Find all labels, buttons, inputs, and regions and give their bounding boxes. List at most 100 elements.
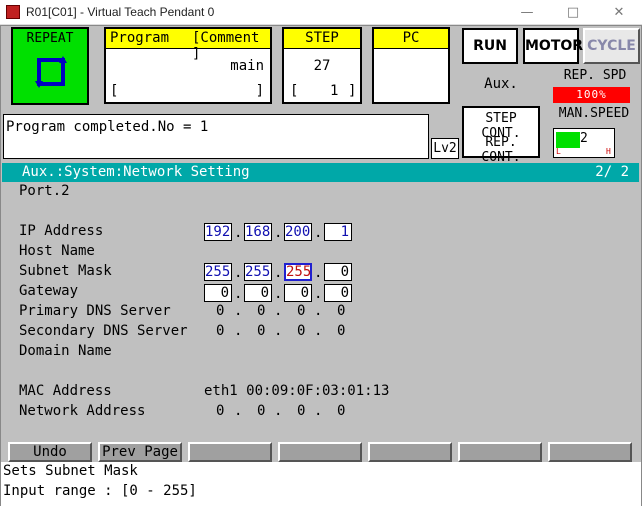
status-description: Sets Subnet Mask xyxy=(3,463,138,479)
network-address-octet-1: 0 xyxy=(216,403,225,419)
message-text: Program completed.No = 1 xyxy=(6,119,209,135)
primary-dns-octet-4: 0 xyxy=(337,303,346,319)
gateway-octet-3[interactable]: 0 xyxy=(284,284,312,302)
secondary-dns-dot: . xyxy=(314,323,323,339)
ip-octet-3[interactable]: 200 xyxy=(284,223,312,241)
prev-page-button[interactable]: Prev Page xyxy=(98,442,182,462)
function-key-4[interactable] xyxy=(278,442,362,462)
program-header-label: Program xyxy=(110,30,170,46)
program-header: Program [Comment ] xyxy=(106,29,270,62)
aux-label[interactable]: Aux. xyxy=(462,68,540,100)
port-label: Port.2 xyxy=(19,183,70,199)
ip-address-label: IP Address xyxy=(19,223,104,239)
man-speed-high-mark: H xyxy=(606,147,611,156)
man-speed-label: MAN.SPEED xyxy=(558,106,630,121)
undo-button[interactable]: Undo xyxy=(8,442,92,462)
ip-octet-4[interactable]: 1 xyxy=(324,223,352,241)
host-name-label: Host Name xyxy=(19,243,95,259)
function-key-6[interactable] xyxy=(458,442,542,462)
pc-header: PC xyxy=(374,29,448,49)
step-sub-value: 1 xyxy=(330,83,339,99)
window-title: R01[C01] - Virtual Teach Pendant 0 xyxy=(26,5,215,19)
primary-dns-label: Primary DNS Server xyxy=(19,303,171,319)
level-indicator[interactable]: Lv2 xyxy=(431,138,459,159)
pendant-body: REPEAT Program [Comment ] main [ ] STEP … xyxy=(0,25,642,506)
domain-name-label: Domain Name xyxy=(19,343,112,359)
step-header-label: STEP xyxy=(305,30,339,46)
status-input-range: Input range : [0 - 255] xyxy=(3,483,197,499)
network-address-octet-3: 0 xyxy=(297,403,306,419)
step-bracket-right: ] xyxy=(348,83,357,99)
network-address-dot: . xyxy=(274,403,283,419)
network-address-dot: . xyxy=(314,403,323,419)
primary-dns-dot: . xyxy=(234,303,243,319)
ip-dot: . xyxy=(234,225,243,241)
secondary-dns-octet-2: 0 xyxy=(257,323,266,339)
repeat-label: REPEAT xyxy=(26,31,74,46)
step-box[interactable]: STEP 27 [ 1 ] xyxy=(282,27,362,104)
step-header: STEP xyxy=(284,29,360,49)
secondary-dns-dot: . xyxy=(234,323,243,339)
run-button[interactable]: RUN xyxy=(462,28,518,64)
comment-bracket-left: [ xyxy=(110,83,119,99)
ip-dot: . xyxy=(314,225,323,241)
primary-dns-dot: . xyxy=(314,303,323,319)
subnet-mask-label: Subnet Mask xyxy=(19,263,112,279)
screen-page: 2/ 2 xyxy=(595,164,629,180)
ip-octet-2[interactable]: 168 xyxy=(244,223,272,241)
cycle-button[interactable]: CYCLE xyxy=(583,28,640,64)
repeat-mode-panel[interactable]: REPEAT xyxy=(11,27,89,105)
mac-address-value: eth1 00:09:0F:03:01:13 xyxy=(204,383,390,399)
primary-dns-octet-2: 0 xyxy=(257,303,266,319)
comment-bracket-right: ] xyxy=(255,83,264,99)
network-address-dot: . xyxy=(234,403,243,419)
program-box[interactable]: Program [Comment ] main [ ] xyxy=(104,27,272,104)
close-icon[interactable]: ✕ xyxy=(596,0,642,25)
secondary-dns-dot: . xyxy=(274,323,283,339)
screen-title: Aux.:System:Network Setting xyxy=(22,164,250,180)
program-name: main xyxy=(230,58,264,74)
subnet-dot: . xyxy=(314,265,323,281)
rep-cont-label: REP. CONT. xyxy=(481,135,521,165)
gateway-octet-4[interactable]: 0 xyxy=(324,284,352,302)
subnet-octet-3-selected[interactable]: 255 xyxy=(284,263,312,281)
network-address-label: Network Address xyxy=(19,403,146,419)
minimize-icon[interactable]: — xyxy=(504,0,550,25)
window-titlebar: R01[C01] - Virtual Teach Pendant 0 — □ ✕ xyxy=(0,0,642,25)
subnet-dot: . xyxy=(274,265,283,281)
secondary-dns-octet-3: 0 xyxy=(297,323,306,339)
subnet-octet-2[interactable]: 255 xyxy=(244,263,272,281)
ip-octet-1[interactable]: 192 xyxy=(204,223,232,241)
subnet-octet-1[interactable]: 255 xyxy=(204,263,232,281)
function-key-5[interactable] xyxy=(368,442,452,462)
primary-dns-octet-3: 0 xyxy=(297,303,306,319)
rep-spd-value[interactable]: 100% xyxy=(553,87,630,103)
subnet-dot: . xyxy=(234,265,243,281)
function-key-7[interactable] xyxy=(548,442,632,462)
function-key-3[interactable] xyxy=(188,442,272,462)
network-address-octet-2: 0 xyxy=(257,403,266,419)
status-area: Sets Subnet Mask Input range : [0 - 255] xyxy=(1,462,641,506)
gateway-octet-2[interactable]: 0 xyxy=(244,284,272,302)
step-bracket-left: [ xyxy=(290,83,299,99)
step-rep-cont-box[interactable]: STEP CONT. REP. CONT. xyxy=(462,106,540,165)
gateway-label: Gateway xyxy=(19,283,79,299)
pc-box[interactable]: PC xyxy=(372,27,450,104)
motor-button[interactable]: MOTOR xyxy=(523,28,583,64)
network-address-octet-4: 0 xyxy=(337,403,346,419)
screen-title-bar: Aux.:System:Network Setting 2/ 2 xyxy=(2,163,639,182)
step-number: 27 xyxy=(313,58,331,74)
man-speed-gauge[interactable]: 2 L H xyxy=(553,128,615,158)
gateway-octet-1[interactable]: 0 xyxy=(204,284,232,302)
gateway-dot: . xyxy=(234,286,243,302)
repeat-cycle-icon xyxy=(35,56,67,88)
maximize-icon[interactable]: □ xyxy=(550,0,596,25)
gateway-dot: . xyxy=(314,286,323,302)
mac-address-label: MAC Address xyxy=(19,383,112,399)
primary-dns-octet-1: 0 xyxy=(216,303,225,319)
gateway-dot: . xyxy=(274,286,283,302)
man-speed-low-mark: L xyxy=(556,147,561,156)
subnet-octet-4[interactable]: 0 xyxy=(324,263,352,281)
man-speed-level: 2 xyxy=(580,131,588,146)
pc-header-label: PC xyxy=(402,30,420,46)
